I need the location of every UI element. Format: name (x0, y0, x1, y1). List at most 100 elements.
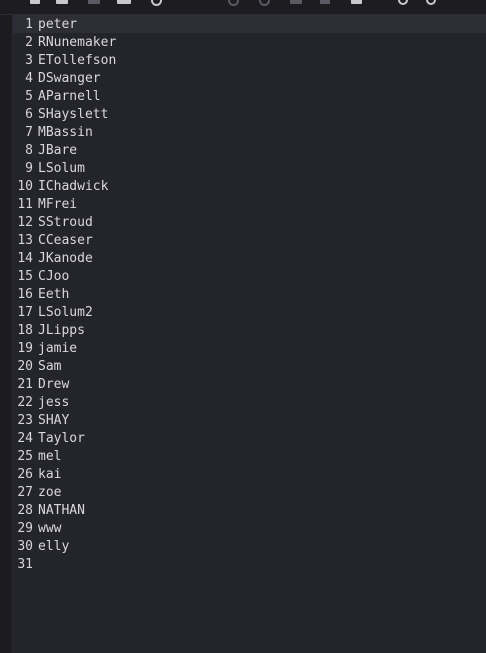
line-text[interactable]: peter (33, 16, 77, 34)
open-file-icon[interactable] (56, 0, 68, 4)
editor-line[interactable]: 1 peter (13, 16, 486, 34)
line-text[interactable]: AParnell (33, 88, 101, 106)
line-number: 17 (17, 305, 33, 320)
editor-lines: 1 peter 2 RNunemaker 3 ETollefson 4 DSwanger… (13, 16, 486, 574)
editor-line[interactable]: 11 MFrei (13, 196, 486, 214)
editor-line[interactable]: 6 SHayslett (13, 106, 486, 124)
editor-line[interactable]: 12 SStroud (13, 214, 486, 232)
line-text[interactable]: MBassin (33, 124, 93, 142)
save-icon[interactable] (88, 0, 100, 4)
line-text[interactable]: CCeaser (33, 232, 93, 250)
line-text[interactable]: elly (33, 538, 69, 556)
editor-line[interactable]: 17 LSolum2 (13, 304, 486, 322)
editor-line[interactable]: 14 JKanode (13, 250, 486, 268)
line-text[interactable]: RNunemaker (33, 34, 116, 52)
editor-line[interactable]: 22 jess (13, 394, 486, 412)
line-text[interactable]: SHayslett (33, 106, 108, 124)
editor-line[interactable]: 19 jamie (13, 340, 486, 358)
editor-line[interactable]: 16 Eeth (13, 286, 486, 304)
editor-line[interactable]: 26 kai (13, 466, 486, 484)
line-text[interactable]: LSolum2 (33, 304, 93, 322)
line-text[interactable]: Drew (33, 376, 69, 394)
editor-line[interactable]: 27 zoe (13, 484, 486, 502)
editor-line[interactable]: 10 IChadwick (13, 178, 486, 196)
toolbar (0, 0, 486, 15)
undo-icon[interactable] (228, 0, 239, 6)
line-number: 21 (17, 377, 33, 392)
save-as-icon[interactable] (117, 0, 131, 4)
line-number: 4 (25, 71, 33, 86)
line-number: 16 (17, 287, 33, 302)
line-number: 23 (17, 413, 33, 428)
line-text[interactable]: zoe (33, 484, 61, 502)
editor-line[interactable]: 8 JBare (13, 142, 486, 160)
replace-icon[interactable] (426, 0, 436, 5)
refresh-icon[interactable] (151, 0, 162, 6)
editor-line[interactable]: 28 NATHAN (13, 502, 486, 520)
new-file-icon[interactable] (30, 0, 40, 4)
line-number: 24 (17, 431, 33, 446)
line-text[interactable]: LSolum (33, 160, 85, 178)
line-text[interactable]: kai (33, 466, 61, 484)
editor-line[interactable]: 2 RNunemaker (13, 34, 486, 52)
editor-line[interactable]: 13 CCeaser (13, 232, 486, 250)
line-text[interactable]: mel (33, 448, 61, 466)
editor-line[interactable]: 9 LSolum (13, 160, 486, 178)
line-text[interactable]: jess (33, 394, 69, 412)
line-text[interactable]: IChadwick (33, 178, 108, 196)
line-text[interactable]: MFrei (33, 196, 77, 214)
line-text[interactable] (33, 556, 38, 574)
editor-line[interactable]: 20 Sam (13, 358, 486, 376)
line-number: 14 (17, 251, 33, 266)
line-text[interactable]: Taylor (33, 430, 85, 448)
line-text[interactable]: Sam (33, 358, 61, 376)
line-number: 9 (25, 161, 33, 176)
editor-line[interactable]: 31 (13, 556, 486, 574)
line-number: 1 (25, 17, 33, 32)
line-number: 11 (17, 197, 33, 212)
editor-line[interactable]: 18 JLipps (13, 322, 486, 340)
line-text[interactable]: NATHAN (33, 502, 85, 520)
text-editor-window: 1 peter 2 RNunemaker 3 ETollefson 4 DSwanger… (0, 0, 486, 653)
paste-icon[interactable] (351, 0, 362, 4)
cut-icon[interactable] (290, 0, 302, 4)
line-text[interactable]: SHAY (33, 412, 69, 430)
line-text[interactable]: CJoo (33, 268, 69, 286)
editor-area[interactable]: 1 peter 2 RNunemaker 3 ETollefson 4 DSwanger… (13, 15, 486, 653)
line-number: 27 (17, 485, 33, 500)
line-number: 20 (17, 359, 33, 374)
line-number: 13 (17, 233, 33, 248)
line-number: 3 (25, 53, 33, 68)
redo-icon[interactable] (259, 0, 270, 6)
line-number: 28 (17, 503, 33, 518)
editor-line[interactable]: 21 Drew (13, 376, 486, 394)
editor-line[interactable]: 15 CJoo (13, 268, 486, 286)
line-number: 15 (17, 269, 33, 284)
editor-line[interactable]: 23 SHAY (13, 412, 486, 430)
line-text[interactable]: JBare (33, 142, 77, 160)
editor-line[interactable]: 3 ETollefson (13, 52, 486, 70)
line-text[interactable]: SStroud (33, 214, 93, 232)
editor-line[interactable]: 30 elly (13, 538, 486, 556)
line-number: 2 (25, 35, 33, 50)
side-panel-edge (0, 15, 13, 653)
line-text[interactable]: www (33, 520, 61, 538)
editor-line[interactable]: 7 MBassin (13, 124, 486, 142)
line-text[interactable]: JKanode (33, 250, 93, 268)
line-number: 30 (17, 539, 33, 554)
editor-line[interactable]: 4 DSwanger (13, 70, 486, 88)
editor-line[interactable]: 5 AParnell (13, 88, 486, 106)
editor-line[interactable]: 24 Taylor (13, 430, 486, 448)
line-text[interactable]: ETollefson (33, 52, 116, 70)
search-icon[interactable] (398, 0, 408, 5)
editor-line[interactable]: 29 www (13, 520, 486, 538)
line-number: 6 (25, 107, 33, 122)
line-text[interactable]: Eeth (33, 286, 69, 304)
copy-icon[interactable] (320, 0, 330, 4)
line-text[interactable]: jamie (33, 340, 77, 358)
line-number: 26 (17, 467, 33, 482)
line-number: 5 (25, 89, 33, 104)
line-text[interactable]: JLipps (33, 322, 85, 340)
editor-line[interactable]: 25 mel (13, 448, 486, 466)
line-text[interactable]: DSwanger (33, 70, 101, 88)
